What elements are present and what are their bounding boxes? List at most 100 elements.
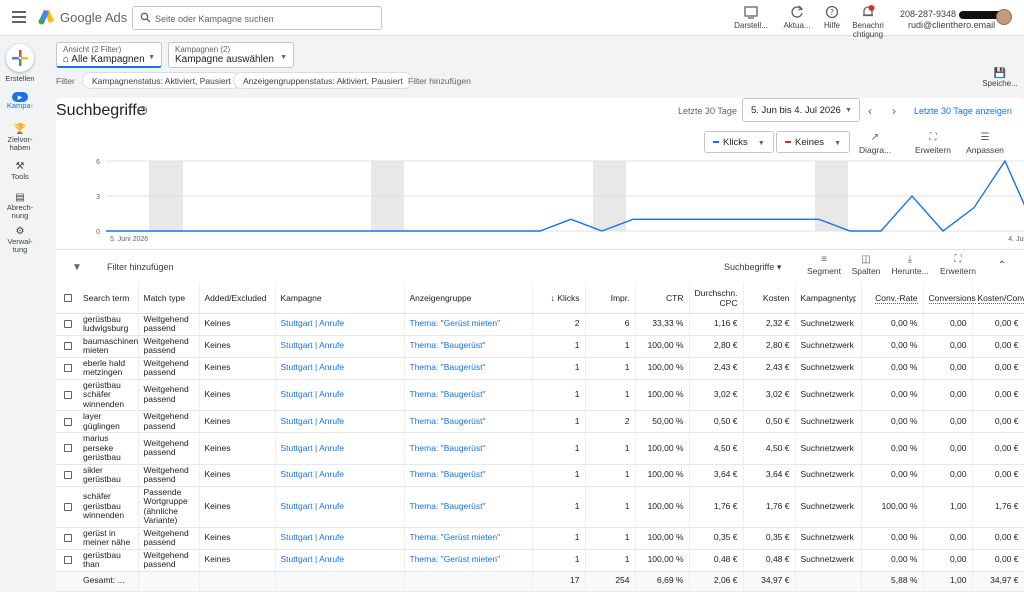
table-cell: 1 xyxy=(532,335,585,357)
table-cell[interactable]: Stuttgart | Anrufe xyxy=(275,527,404,549)
row-checkbox[interactable] xyxy=(64,418,72,426)
table-cell[interactable]: Thema: "Baugerüst" xyxy=(404,411,532,433)
col-clicks[interactable]: ↓ Klicks xyxy=(532,283,585,313)
metric-select-none[interactable]: Keines▼ xyxy=(776,131,850,153)
sidebar-item-campaigns[interactable]: ▸ Kampa- gnen xyxy=(0,92,40,110)
metric-select-clicks[interactable]: Klicks▼ xyxy=(704,131,774,153)
col-conversions[interactable]: Conversions xyxy=(923,283,972,313)
table-cell[interactable]: Thema: "Baugerüst" xyxy=(404,464,532,486)
row-checkbox[interactable] xyxy=(64,503,72,511)
avatar[interactable] xyxy=(996,9,1012,25)
show-last-30-link[interactable]: Letzte 30 Tage anzeigen xyxy=(914,106,1012,116)
table-cell: 0,00 % xyxy=(861,464,923,486)
col-added-excluded[interactable]: Added/Excluded xyxy=(199,283,275,313)
save-button[interactable]: 💾 Speiche... xyxy=(980,68,1020,88)
row-checkbox[interactable] xyxy=(64,444,72,452)
chevron-left-icon[interactable]: ‹ xyxy=(868,104,872,118)
sidebar-item-admin[interactable]: ⚙ Verwal- tung xyxy=(0,228,40,254)
sidebar-item-goals[interactable]: 🏆 Zielvor- haben xyxy=(0,126,40,152)
col-impr[interactable]: Impr. xyxy=(585,283,635,313)
table-cell[interactable]: Stuttgart | Anrufe xyxy=(275,464,404,486)
table-row[interactable]: baumaschinen mietenWeitgehend passendKei… xyxy=(56,335,1024,357)
table-cell[interactable]: Thema: "Baugerüst" xyxy=(404,335,532,357)
table-cell: schäfer gerüstbau winnenden xyxy=(78,486,138,527)
date-range-select[interactable]: 5. Jun bis 4. Jul 2026 ▼ xyxy=(742,98,860,122)
table-cell[interactable]: Stuttgart | Anrufe xyxy=(275,411,404,433)
col-conv-rate[interactable]: Conv.-Rate xyxy=(861,283,923,313)
table-cell: 100,00 % xyxy=(861,486,923,527)
segment-select[interactable]: Suchbegriffe ▾ xyxy=(724,262,781,273)
table-cell[interactable]: Stuttgart | Anrufe xyxy=(275,433,404,465)
search-box[interactable]: Seite oder Kampagne suchen xyxy=(132,6,382,30)
account-info[interactable]: 208-287-9348 rudi@clienthero.email xyxy=(900,9,1011,31)
table-cell[interactable]: Stuttgart | Anrufe xyxy=(275,379,404,411)
table-cell: 3,02 € xyxy=(743,379,795,411)
help-button[interactable]: ? Hilfe xyxy=(812,5,852,30)
table-cell[interactable]: Thema: "Baugerüst" xyxy=(404,379,532,411)
table-row[interactable]: marius perseke gerüstbauWeitgehend passe… xyxy=(56,433,1024,465)
table-cell[interactable]: Thema: "Gerüst mieten" xyxy=(404,527,532,549)
filter-chip-campaign-status[interactable]: Kampagnenstatus: Aktiviert, Pausiert xyxy=(82,72,241,89)
refresh-button[interactable]: Aktua... xyxy=(777,5,817,30)
row-checkbox[interactable] xyxy=(64,364,72,372)
collapse-icon[interactable]: ⌃ xyxy=(992,260,1012,271)
y-tick-label: 0 xyxy=(96,229,100,236)
table-expand-button[interactable]: ⛶Erweitern xyxy=(936,254,980,276)
col-match-type[interactable]: Match type xyxy=(138,283,199,313)
chart-customize-button[interactable]: ☰Anpassen xyxy=(960,132,1010,155)
view-select[interactable]: Ansicht (2 Filter) ⌂ Alle Kampagnen ▼ xyxy=(56,42,162,68)
row-checkbox[interactable] xyxy=(64,320,72,328)
table-cell[interactable]: Thema: "Gerüst mieten" xyxy=(404,549,532,571)
select-all-checkbox[interactable] xyxy=(64,294,72,302)
columns-button[interactable]: ◫Spalten xyxy=(844,254,888,276)
table-row[interactable]: gerüstbau thanWeitgehend passendKeinesSt… xyxy=(56,549,1024,571)
table-cell[interactable]: Stuttgart | Anrufe xyxy=(275,313,404,335)
table-row[interactable]: sikler gerüstbauWeitgehend passendKeines… xyxy=(56,464,1024,486)
col-campaign[interactable]: Kampagne xyxy=(275,283,404,313)
chart-expand-button[interactable]: ⛶Erweitern xyxy=(908,132,958,155)
table-row[interactable]: layer güglingenWeitgehend passendKeinesS… xyxy=(56,411,1024,433)
sidebar-item-billing[interactable]: ▤ Abrech- nung xyxy=(0,194,40,220)
sidebar-item-tools[interactable]: ⚒ Tools xyxy=(0,163,40,181)
col-campaign-type[interactable]: Kampagnentyp xyxy=(795,283,861,313)
col-avg-cpc[interactable]: Durchschn. CPC xyxy=(689,283,743,313)
menu-icon[interactable] xyxy=(12,11,26,23)
table-add-filter[interactable]: Filter hinzufügen xyxy=(107,262,174,272)
table-cell[interactable]: Thema: "Baugerüst" xyxy=(404,486,532,527)
table-cell[interactable]: Thema: "Baugerüst" xyxy=(404,433,532,465)
col-ctr[interactable]: CTR xyxy=(635,283,689,313)
help-icon[interactable]: ? xyxy=(138,106,147,115)
campaign-select[interactable]: Kampagnen (2) Kampagne auswählen ▼ xyxy=(168,42,294,68)
chart-type-button[interactable]: ↗Diagra... xyxy=(850,132,900,155)
row-checkbox[interactable] xyxy=(64,342,72,350)
filter-chip-adgroup-status[interactable]: Anzeigengruppenstatus: Aktiviert, Pausie… xyxy=(233,72,413,89)
table-row[interactable]: gerüst in meiner näheWeitgehend passendK… xyxy=(56,527,1024,549)
table-row[interactable]: eberle hald metzingenWeitgehend passendK… xyxy=(56,357,1024,379)
row-checkbox[interactable] xyxy=(64,471,72,479)
col-ad-group[interactable]: Anzeigengruppe xyxy=(404,283,532,313)
chevron-right-icon[interactable]: › xyxy=(892,104,896,118)
segment-button[interactable]: ≡Segment xyxy=(802,254,846,276)
notifications-button[interactable]: Benachri chtigung xyxy=(848,5,888,39)
create-button[interactable] xyxy=(6,44,34,72)
download-button[interactable]: ⤓Herunte... xyxy=(888,254,932,276)
table-cell[interactable]: Stuttgart | Anrufe xyxy=(275,549,404,571)
table-row[interactable]: gerüstbau ludwigsburgWeitgehend passendK… xyxy=(56,313,1024,335)
table-cell[interactable]: Thema: "Gerüst mieten" xyxy=(404,313,532,335)
col-cost-per-conv[interactable]: Kosten/Conv. xyxy=(972,283,1024,313)
row-checkbox[interactable] xyxy=(64,556,72,564)
table-row[interactable]: gerüstbau schäfer winnendenWeitgehend pa… xyxy=(56,379,1024,411)
filter-icon[interactable]: ▼ xyxy=(72,262,82,273)
add-filter-link[interactable]: Filter hinzufügen xyxy=(408,76,471,86)
row-checkbox[interactable] xyxy=(64,391,72,399)
table-row[interactable]: schäfer gerüstbau winnendenPassende Wort… xyxy=(56,486,1024,527)
expand-icon: ⛶ xyxy=(908,132,958,143)
row-checkbox[interactable] xyxy=(64,534,72,542)
col-cost[interactable]: Kosten xyxy=(743,283,795,313)
table-cell[interactable]: Thema: "Baugerüst" xyxy=(404,357,532,379)
appearance-button[interactable]: Darstell... xyxy=(731,5,771,30)
table-cell[interactable]: Stuttgart | Anrufe xyxy=(275,357,404,379)
col-search-term[interactable]: Search term xyxy=(78,283,138,313)
table-cell[interactable]: Stuttgart | Anrufe xyxy=(275,486,404,527)
table-cell[interactable]: Stuttgart | Anrufe xyxy=(275,335,404,357)
